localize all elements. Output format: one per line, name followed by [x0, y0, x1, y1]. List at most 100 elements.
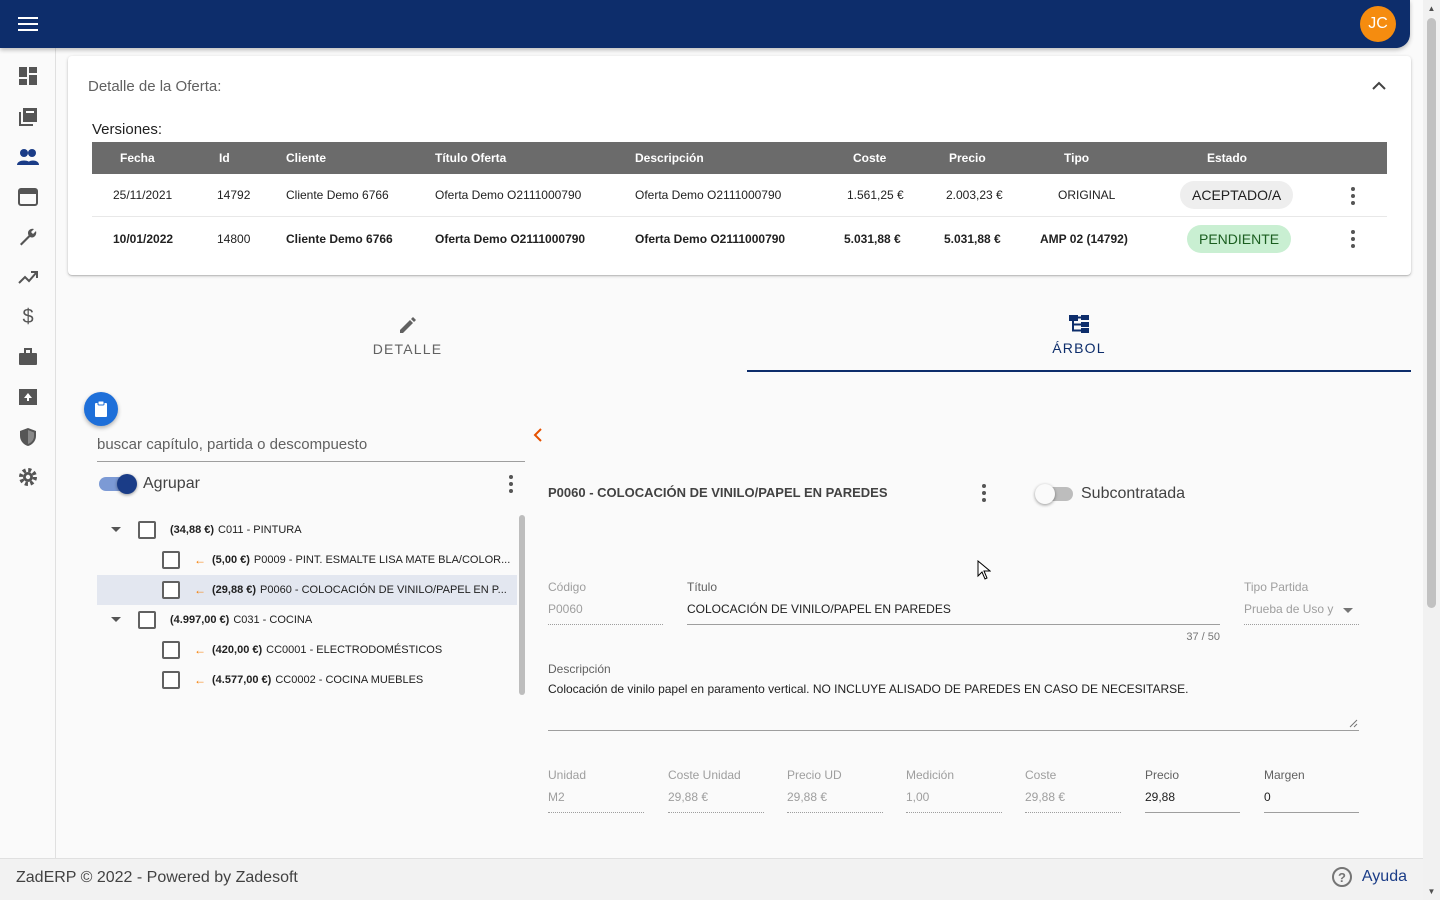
- group-toggle[interactable]: [99, 474, 137, 494]
- briefcase-icon[interactable]: [16, 345, 40, 369]
- page-scrollbar[interactable]: ▲ ▼: [1423, 0, 1440, 900]
- tab-detalle[interactable]: DETALLE: [68, 300, 747, 372]
- partida-title: P0060 - COLOCACIÓN DE VINILO/PAPEL EN PA…: [548, 485, 888, 500]
- card-title: Detalle de la Oferta:: [88, 78, 222, 95]
- col-estado[interactable]: Estado: [1207, 142, 1247, 174]
- tab-arbol-label: ÁRBOL: [1052, 340, 1106, 356]
- codigo-value: P0060: [548, 602, 663, 625]
- tree-structure-icon: [1069, 315, 1089, 333]
- tab-detalle-label: DETALLE: [372, 341, 443, 357]
- tree-item-label: CC0002 - COCINA MUEBLES: [275, 674, 424, 686]
- caret-down-icon[interactable]: [111, 617, 121, 622]
- row-titulo: Oferta Demo O2111000790: [435, 188, 582, 202]
- tree-item-amount: (29,88 €): [212, 584, 257, 596]
- arrow-left-icon: ←: [194, 643, 206, 657]
- row-precio: 5.031,88 €: [944, 231, 1001, 246]
- titulo-label: Título: [687, 580, 718, 594]
- user-avatar[interactable]: JC: [1360, 6, 1396, 42]
- scroll-up-icon[interactable]: ▲: [1423, 0, 1440, 17]
- tree-item-label: P0060 - COLOCACIÓN DE VINILO/PAPEL EN P.…: [260, 584, 507, 596]
- clipboard-button[interactable]: [84, 392, 118, 426]
- row-coste: 5.031,88 €: [844, 231, 901, 246]
- coste-value: 29,88 €: [1025, 790, 1121, 813]
- status-badge: PENDIENTE: [1187, 224, 1292, 253]
- sidebar: $: [0, 48, 56, 858]
- margen-input[interactable]: 0: [1264, 790, 1359, 813]
- row-precio: 2.003,23 €: [946, 188, 1003, 202]
- coste-field: Coste 29,88 €: [1025, 768, 1121, 813]
- tree-checkbox[interactable]: [162, 551, 180, 569]
- descripcion-field[interactable]: Descripción Colocación de vinilo papel e…: [548, 662, 1359, 731]
- scroll-down-icon[interactable]: ▼: [1423, 883, 1440, 900]
- tree-checkbox[interactable]: [138, 611, 156, 629]
- row-id: 14792: [217, 188, 251, 202]
- tree-checkbox[interactable]: [162, 641, 180, 659]
- margen-field[interactable]: Margen 0: [1264, 768, 1359, 813]
- tree-more-icon[interactable]: [501, 474, 521, 494]
- col-precio[interactable]: Precio: [949, 142, 986, 174]
- tree-checkbox[interactable]: [162, 671, 180, 689]
- col-fecha[interactable]: Fecha: [120, 142, 155, 174]
- tree-checkbox[interactable]: [138, 521, 156, 539]
- shield-icon[interactable]: [16, 425, 40, 449]
- table-row[interactable]: 25/11/2021 14792 Cliente Demo 6766 Ofert…: [92, 174, 1387, 217]
- chevron-left-icon[interactable]: [530, 426, 546, 444]
- precio-field[interactable]: Precio 29,88: [1145, 768, 1240, 813]
- col-coste[interactable]: Coste: [853, 142, 886, 174]
- col-tipo[interactable]: Tipo: [1064, 142, 1089, 174]
- tree-item-chapter[interactable]: (4.997,00 €) C031 - COCINA: [97, 605, 517, 635]
- subcontracted-toggle[interactable]: [1035, 484, 1073, 504]
- coste-unidad-label: Coste Unidad: [668, 768, 741, 782]
- col-titulo[interactable]: Título Oferta: [435, 142, 506, 174]
- col-cliente[interactable]: Cliente: [286, 142, 326, 174]
- offer-detail-card: Detalle de la Oferta: Versiones: Fecha I…: [68, 56, 1411, 275]
- tree-item-partida[interactable]: ← (420,00 €) CC0001 - ELECTRODOMÉSTICOS: [97, 635, 517, 665]
- menu-icon[interactable]: [14, 12, 42, 36]
- tree-item-label: C011 - PINTURA: [218, 524, 302, 536]
- tree-item-amount: (5,00 €): [212, 554, 250, 566]
- table-row[interactable]: 10/01/2022 14800 Cliente Demo 6766 Ofert…: [92, 217, 1387, 260]
- codigo-label: Código: [548, 580, 587, 594]
- settings-icon[interactable]: [16, 465, 40, 489]
- precio-label: Precio: [1145, 768, 1180, 782]
- resize-handle-icon[interactable]: [1349, 719, 1358, 728]
- archive-icon[interactable]: [16, 385, 40, 409]
- dashboard-icon[interactable]: [16, 64, 40, 88]
- margen-label: Margen: [1264, 768, 1305, 782]
- descripcion-textarea[interactable]: Colocación de vinilo papel en paramento …: [548, 682, 1359, 696]
- tipo-partida-select[interactable]: Tipo Partida Prueba de Uso y: [1244, 580, 1359, 625]
- tab-arbol[interactable]: ÁRBOL: [747, 300, 1411, 372]
- precio-input[interactable]: 29,88: [1145, 790, 1240, 813]
- titulo-char-counter: 37 / 50: [1186, 631, 1220, 643]
- scrollbar-thumb[interactable]: [1427, 18, 1436, 608]
- pencil-icon: [399, 317, 416, 333]
- col-descripcion[interactable]: Descripción: [635, 142, 704, 174]
- row-more-icon[interactable]: [1343, 229, 1363, 249]
- tree-scrollbar[interactable]: [519, 515, 525, 695]
- trending-up-icon[interactable]: [16, 265, 40, 289]
- tree-checkbox[interactable]: [162, 581, 180, 599]
- titulo-input[interactable]: COLOCACIÓN DE VINILO/PAPEL EN PAREDES: [687, 602, 1220, 625]
- people-icon[interactable]: [16, 145, 40, 169]
- row-fecha: 10/01/2022: [113, 231, 174, 246]
- row-titulo: Oferta Demo O2111000790: [435, 231, 586, 246]
- titulo-field[interactable]: Título COLOCACIÓN DE VINILO/PAPEL EN PAR…: [687, 580, 1220, 625]
- coste-label: Coste: [1025, 768, 1057, 782]
- search-input[interactable]: [97, 428, 525, 462]
- chevron-up-icon[interactable]: [1369, 76, 1389, 96]
- tree-item-partida-selected[interactable]: ← (29,88 €) P0060 - COLOCACIÓN DE VINILO…: [97, 575, 517, 605]
- tree-item-partida[interactable]: ← (4.577,00 €) CC0002 - COCINA MUEBLES: [97, 665, 517, 695]
- row-more-icon[interactable]: [1343, 186, 1363, 206]
- partida-more-icon[interactable]: [974, 483, 994, 503]
- tree-item-partida[interactable]: ← (5,00 €) P0009 - PINT. ESMALTE LISA MA…: [97, 545, 517, 575]
- tree-item-chapter[interactable]: (34,88 €) C011 - PINTURA: [97, 515, 517, 545]
- caret-down-icon[interactable]: [111, 527, 121, 532]
- wrench-icon[interactable]: [16, 225, 40, 249]
- library-icon[interactable]: [16, 105, 40, 129]
- calendar-view-icon[interactable]: [16, 185, 40, 209]
- dollar-icon[interactable]: $: [16, 305, 40, 329]
- arrow-left-icon: ←: [194, 673, 206, 687]
- col-id[interactable]: Id: [219, 142, 230, 174]
- help-link[interactable]: ? Ayuda: [1331, 867, 1407, 887]
- help-label: Ayuda: [1361, 868, 1407, 885]
